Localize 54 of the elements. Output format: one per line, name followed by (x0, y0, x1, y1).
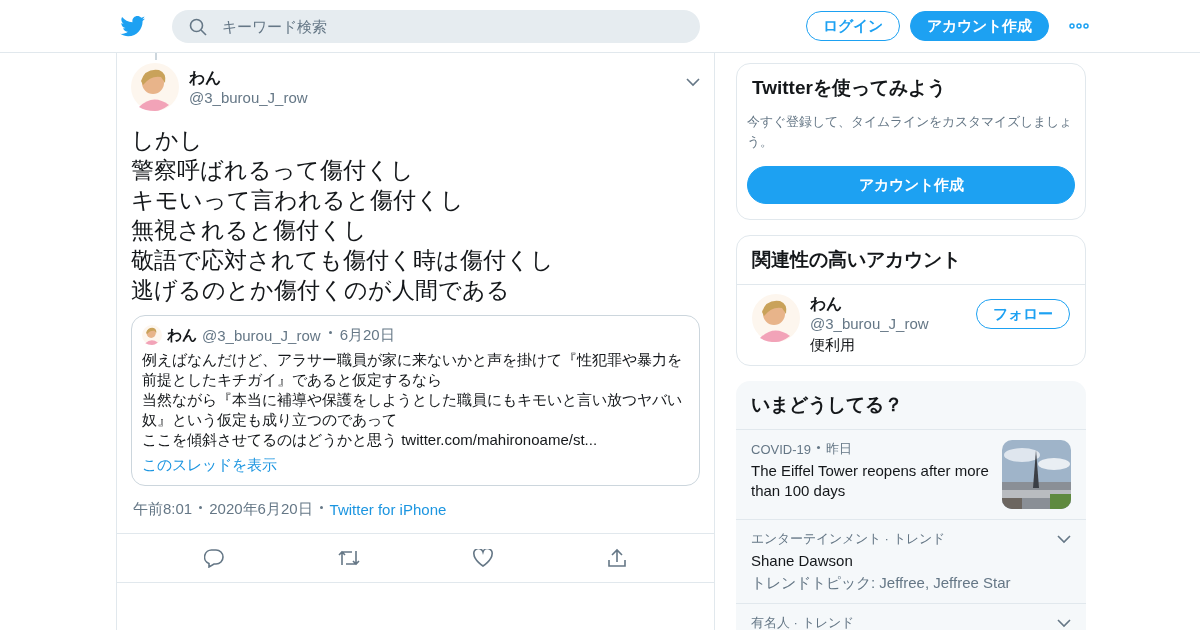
heart-icon[interactable] (473, 549, 494, 567)
follow-button[interactable]: フォロー (976, 299, 1070, 329)
show-thread-link[interactable]: このスレッドを表示 (142, 456, 277, 475)
retweet-icon[interactable] (337, 549, 360, 567)
card-title: Twitterを使ってみよう (751, 76, 947, 100)
quote-paragraph: 例えばなんだけど、アラサー職員が家に来ないかと声を掛けて『性犯罪や暴力を前提としたキチガイ』であると仮定するなら (142, 350, 683, 390)
tweet-date: 6月20日 (339, 325, 395, 345)
user-handle[interactable]: @3_burou_J_row (189, 89, 676, 106)
avatar[interactable] (131, 63, 179, 111)
card-title: 関連性の高いアカウント (737, 236, 1085, 285)
reply-icon[interactable] (203, 548, 224, 568)
tweet-date: 2020年6月20日 (209, 500, 313, 519)
tweet-text-line: 逃げるのとか傷付くのが人間である (131, 276, 511, 305)
card-title: いまどうしてる？ (750, 393, 904, 417)
chevron-down-icon[interactable] (1057, 535, 1071, 544)
tweet-text-line: 敬語で応対されても傷付く時は傷付くし (131, 246, 555, 275)
source-link[interactable]: Twitter for iPhone (329, 501, 447, 518)
user-name[interactable]: わん (189, 68, 676, 89)
search-icon (189, 17, 207, 36)
login-button[interactable]: ログイン (806, 11, 900, 41)
trend-category: 有名人 · トレンド (751, 614, 855, 630)
user-name[interactable]: わん (810, 294, 966, 315)
quoted-tweet[interactable]: わん @3_burou_J_row 6月20日 例えばなんだけど、アラサー職員が家に来ないかと声を掛けて『性犯罪や暴力を前提としたキチガイ』であると仮定するなら 当然ながら『本当に補導や保護をしようとした職員にもキモいと言い放つヤバい奴』という仮定も成り立つのであって ここを傾斜させてるのはどうかと思う twitter.com/mahironoame/st... このスレッドを表示 (131, 315, 700, 486)
avatar[interactable] (752, 294, 800, 342)
tweet-text-line: キモいって言われると傷付くし (131, 186, 465, 215)
user-handle[interactable]: @3_burou_J_row (810, 315, 966, 332)
tweet-text-line: 無視されると傷付くし (131, 216, 368, 245)
more-icon[interactable] (1069, 23, 1089, 29)
tweet-time: 午前8:01 (133, 500, 193, 519)
chevron-down-icon[interactable] (686, 78, 700, 87)
trend-item[interactable]: 有名人 · トレンド (736, 603, 1086, 630)
signup-button[interactable]: アカウント作成 (747, 166, 1075, 204)
card-text: 今すぐ登録して、タイムラインをカスタマイズしましょう。 (746, 113, 1073, 151)
trend-item[interactable]: エンターテインメント · トレンド Shane Dawson トレンドトピック: Jeffree, Jeffree Star (736, 519, 1086, 603)
tweet-text-line: 警察呼ばれるって傷付くし (131, 156, 415, 185)
news-item[interactable]: COVID-19 昨日 The Eiffel Tower reopens after more than 100 days (736, 429, 1086, 519)
user-handle: @3_burou_J_row (202, 326, 321, 344)
trend-category: COVID-19 (751, 441, 811, 457)
search-field[interactable]: キーワード検索 (172, 9, 700, 43)
signup-button[interactable]: アカウント作成 (910, 11, 1049, 41)
quote-paragraph: ここを傾斜させてるのはどうかと思う twitter.com/mahironoame/st... (142, 430, 599, 450)
user-bio: 便利用 (810, 336, 856, 355)
avatar[interactable] (142, 325, 162, 345)
trend-title: Shane Dawson (751, 551, 854, 571)
share-icon[interactable] (607, 548, 628, 568)
trend-topics: トレンドトピック: Jeffree, Jeffree Star (751, 574, 1012, 593)
chevron-down-icon[interactable] (1057, 619, 1071, 628)
bird-logo-icon[interactable] (120, 15, 146, 37)
tweet-text-line: しかし (131, 126, 204, 155)
quote-paragraph: 当然ながら『本当に補導や保護をしようとした職員にもキモいと言い放つヤバい奴』という仮定も成り立つのであって (142, 390, 683, 430)
news-title: The Eiffel Tower reopens after more than 100 days (751, 461, 990, 501)
user-name: わん (167, 325, 197, 345)
trend-time: 昨日 (825, 440, 852, 458)
trend-category: エンターテインメント · トレンド (751, 530, 946, 548)
